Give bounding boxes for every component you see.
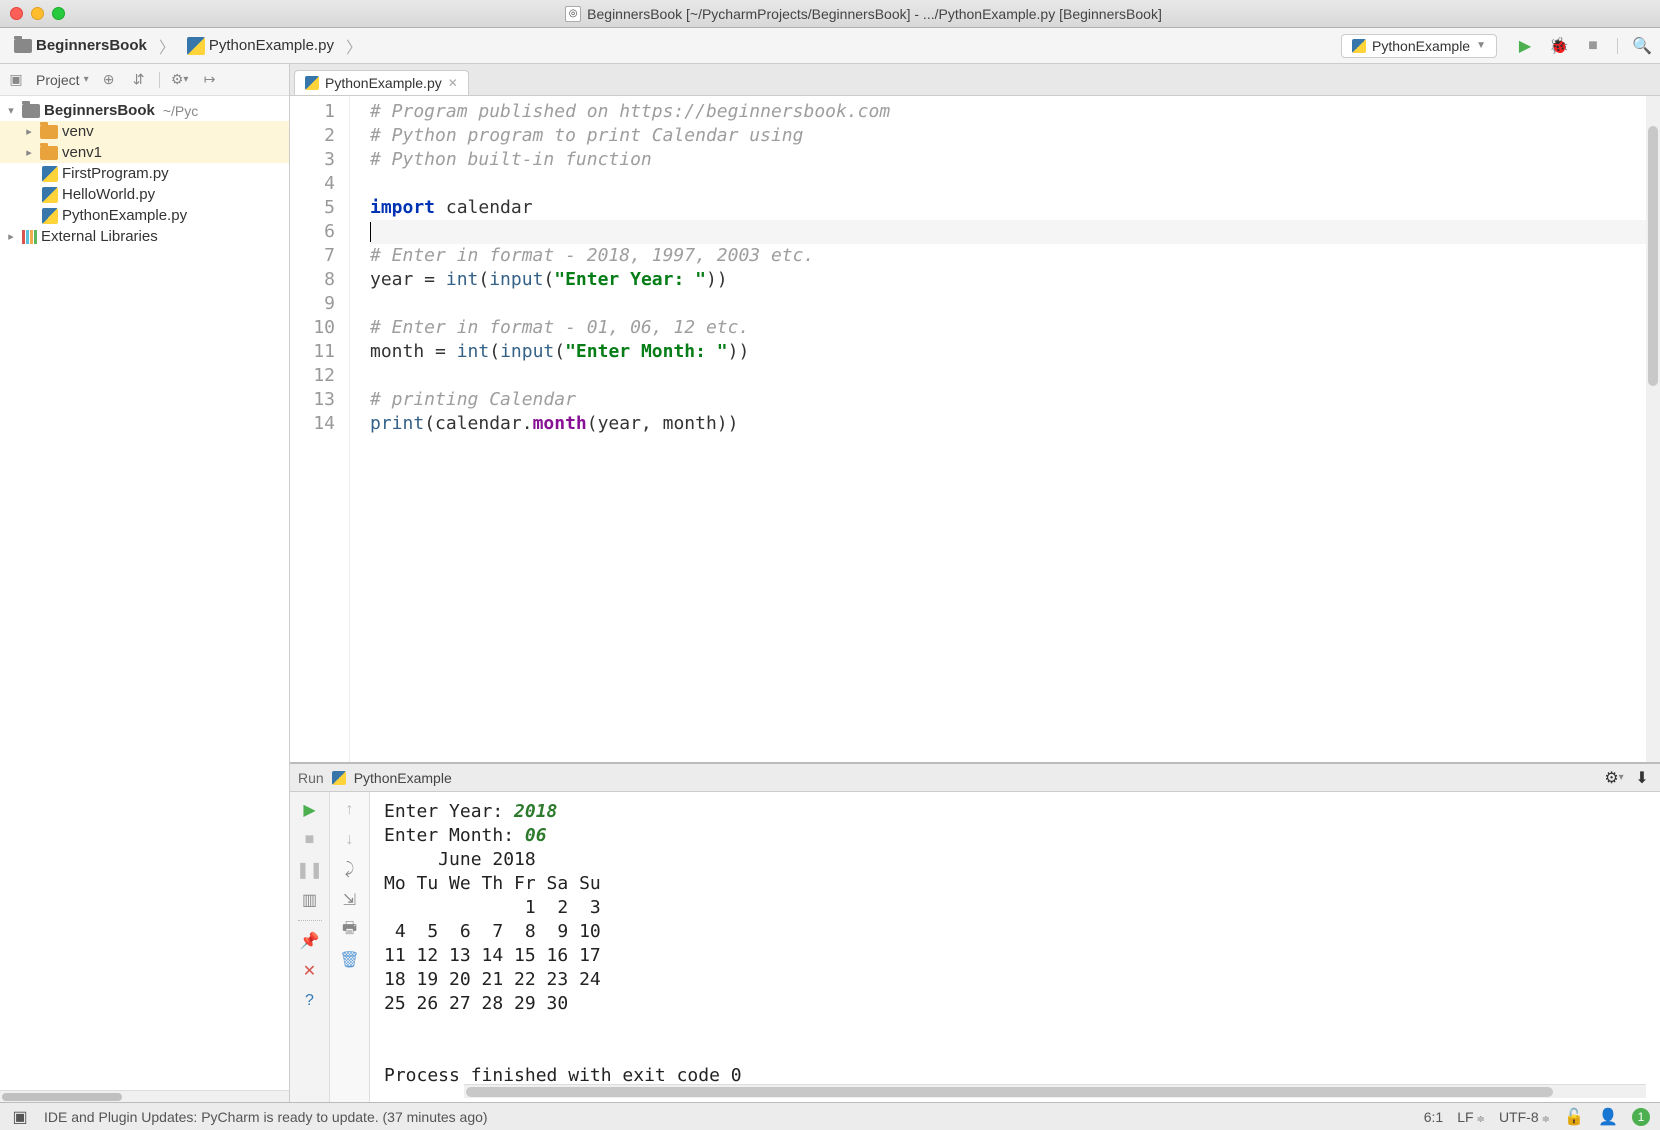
event-log-badge[interactable]: 1 [1632, 1108, 1650, 1126]
window-title-text: BeginnersBook [~/PycharmProjects/Beginne… [587, 6, 1162, 22]
code-content[interactable]: # Program published on https://beginners… [350, 96, 1646, 762]
titlebar: ◎ BeginnersBook [~/PycharmProjects/Begin… [0, 0, 1660, 28]
expand-arrow-icon[interactable]: ▾ [4, 104, 18, 117]
close-window-button[interactable] [10, 7, 23, 20]
console-horizontal-scrollbar[interactable] [464, 1084, 1646, 1098]
editor-vertical-scrollbar[interactable] [1646, 96, 1660, 762]
main-area: ▣ Project▾ ⊕ ⇵ ⚙▾ ↦ ▾ BeginnersBook ~/Py… [0, 64, 1660, 1102]
status-message[interactable]: IDE and Plugin Updates: PyCharm is ready… [44, 1109, 488, 1125]
gear-icon[interactable]: ⚙▾ [1604, 768, 1624, 788]
project-tree[interactable]: ▾ BeginnersBook ~/Pyc ▸ venv ▸ venv1 Fir… [0, 96, 289, 1090]
run-header-label: Run [298, 770, 324, 786]
project-view-icon[interactable]: ▣ [6, 70, 26, 90]
project-tool-window: ▣ Project▾ ⊕ ⇵ ⚙▾ ↦ ▾ BeginnersBook ~/Py… [0, 64, 290, 1102]
tool-window-toggle-icon[interactable]: ▣ [10, 1107, 30, 1127]
stop-button[interactable]: ■ [1583, 36, 1603, 56]
breadcrumb-separator: 〉 [346, 34, 362, 58]
pause-button[interactable]: ❚❚ [300, 860, 320, 880]
gear-icon[interactable]: ⚙▾ [170, 70, 190, 90]
breadcrumb-project[interactable]: BeginnersBook [8, 35, 153, 56]
debug-button[interactable]: 🐞 [1549, 36, 1569, 56]
python-file-icon [42, 187, 58, 203]
help-icon[interactable]: ? [300, 991, 320, 1011]
breadcrumb-separator: 〉 [159, 34, 175, 58]
pin-icon[interactable]: 📌 [300, 931, 320, 951]
layout-button[interactable]: ▥ [300, 890, 320, 910]
run-button[interactable]: ▶ [1515, 36, 1535, 56]
library-icon [22, 230, 37, 244]
python-file-icon [305, 76, 319, 90]
line-gutter[interactable]: 1234567891011121314 [290, 96, 350, 762]
trash-icon[interactable]: 🗑 [340, 950, 360, 970]
tree-folder-venv[interactable]: ▸ venv [0, 121, 289, 142]
breadcrumb-project-label: BeginnersBook [36, 37, 147, 54]
maximize-window-button[interactable] [52, 7, 65, 20]
tree-file-firstprogram[interactable]: FirstProgram.py [0, 163, 289, 184]
scroll-to-end-icon[interactable]: ⇲ [340, 890, 360, 910]
breadcrumb-file[interactable]: PythonExample.py [181, 35, 340, 57]
scroll-from-source-icon[interactable]: ⊕ [99, 70, 119, 90]
breadcrumb-file-label: PythonExample.py [209, 37, 334, 54]
editor-tab-label: PythonExample.py [325, 75, 442, 91]
rerun-button[interactable]: ▶ [300, 800, 320, 820]
python-file-icon [1352, 39, 1366, 53]
tree-folder-venv1[interactable]: ▸ venv1 [0, 142, 289, 163]
download-icon[interactable]: ⬇ [1632, 768, 1652, 788]
chevron-down-icon: ▼ [1476, 40, 1486, 51]
folder-icon [40, 146, 58, 160]
tree-external-libraries[interactable]: ▸ External Libraries [0, 226, 289, 247]
run-side-toolbar: ▶ ■ ❚❚ ▥ 📌 ✕ ? [290, 792, 330, 1102]
hide-icon[interactable]: ↦ [200, 70, 220, 90]
python-file-icon [42, 208, 58, 224]
search-everywhere-button[interactable]: 🔍 [1632, 36, 1652, 56]
expand-arrow-icon[interactable]: ▸ [4, 230, 18, 243]
project-header: ▣ Project▾ ⊕ ⇵ ⚙▾ ↦ [0, 64, 289, 96]
window-title: ◎ BeginnersBook [~/PycharmProjects/Begin… [77, 6, 1650, 22]
sidebar-horizontal-scrollbar[interactable] [0, 1090, 289, 1102]
tree-root[interactable]: ▾ BeginnersBook ~/Pyc [0, 100, 289, 121]
minimize-window-button[interactable] [31, 7, 44, 20]
console-output[interactable]: Enter Year: 2018 Enter Month: 06 June 20… [370, 792, 1660, 1084]
run-output-toolbar: ↑ ↓ ⤸ ⇲ 🖶 🗑 [330, 792, 370, 1102]
python-file-icon [187, 37, 205, 55]
pycharm-icon: ◎ [565, 6, 581, 22]
line-separator[interactable]: LF≑ [1457, 1109, 1485, 1125]
close-icon[interactable]: ✕ [300, 961, 320, 981]
down-arrow-icon[interactable]: ↓ [340, 830, 360, 850]
python-file-icon [332, 771, 346, 785]
text-cursor [370, 222, 371, 242]
folder-icon [22, 104, 40, 118]
soft-wrap-icon[interactable]: ⤸ [340, 860, 360, 880]
tree-file-pythonexample[interactable]: PythonExample.py [0, 205, 289, 226]
up-arrow-icon[interactable]: ↑ [340, 800, 360, 820]
stop-button[interactable]: ■ [300, 830, 320, 850]
tree-file-helloworld[interactable]: HelloWorld.py [0, 184, 289, 205]
editor-area: PythonExample.py ✕ 1234567891011121314 #… [290, 64, 1660, 762]
print-icon[interactable]: 🖶 [340, 920, 360, 940]
folder-icon [40, 125, 58, 139]
close-tab-icon[interactable]: ✕ [448, 76, 458, 90]
code-editor[interactable]: 1234567891011121314 # Program published … [290, 96, 1660, 762]
run-header: Run PythonExample ⚙▾ ⬇ [290, 764, 1660, 792]
navigation-bar: BeginnersBook 〉 PythonExample.py 〉 Pytho… [0, 28, 1660, 64]
run-tool-window: Run PythonExample ⚙▾ ⬇ ▶ ■ ❚❚ ▥ 📌 ✕ ? [290, 762, 1660, 1102]
caret-position[interactable]: 6:1 [1424, 1109, 1443, 1125]
editor-tabs: PythonExample.py ✕ [290, 64, 1660, 96]
python-file-icon [42, 166, 58, 182]
status-bar: ▣ IDE and Plugin Updates: PyCharm is rea… [0, 1102, 1660, 1130]
folder-icon [14, 39, 32, 53]
expand-arrow-icon[interactable]: ▸ [22, 125, 36, 138]
run-config-name: PythonExample [354, 770, 452, 786]
project-header-label[interactable]: Project▾ [36, 72, 89, 88]
run-configuration-selector[interactable]: PythonExample ▼ [1341, 34, 1497, 58]
collapse-all-icon[interactable]: ⇵ [129, 70, 149, 90]
window-controls [10, 7, 65, 20]
editor-tab-pythonexample[interactable]: PythonExample.py ✕ [294, 70, 469, 95]
expand-arrow-icon[interactable]: ▸ [22, 146, 36, 159]
file-encoding[interactable]: UTF-8≑ [1499, 1109, 1550, 1125]
run-config-name: PythonExample [1372, 38, 1470, 54]
lock-icon[interactable]: 🔓 [1564, 1107, 1584, 1127]
inspector-icon[interactable]: 👤 [1598, 1107, 1618, 1127]
